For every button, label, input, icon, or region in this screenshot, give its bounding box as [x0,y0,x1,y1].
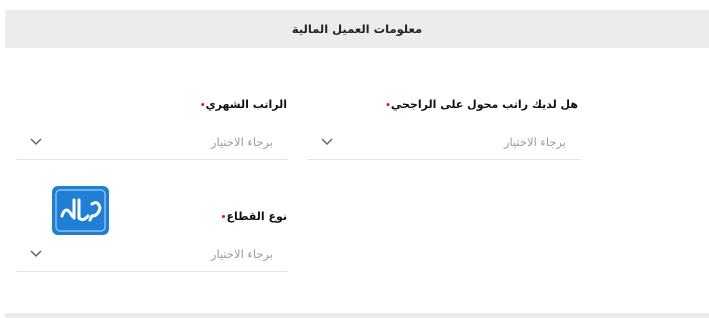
almrj3-logo [52,186,109,235]
section-header: معلومات العميل المالية [5,10,709,48]
chevron-down-icon [25,137,47,146]
select-placeholder: برجاء الاختيار [210,134,273,149]
label-text: هل لديك راتب محول على الراجحي [390,98,578,111]
monthly-salary-select[interactable]: برجاء الاختيار [17,124,287,160]
monthly-salary-label: الراتب الشهري• [196,98,287,111]
salary-transfer-label: هل لديك راتب محول على الراجحي• [381,98,578,111]
salary-transfer-select[interactable]: برجاء الاختيار [308,124,580,160]
chevron-down-icon [316,137,338,146]
sector-type-label: نوع القطاع• [217,210,287,223]
chevron-down-icon [25,249,47,258]
section-title: معلومات العميل المالية [291,22,423,36]
label-text: نوع القطاع [226,210,287,223]
select-placeholder: برجاء الاختيار [210,246,273,261]
sector-type-select[interactable]: برجاء الاختيار [17,236,287,272]
label-text: الراتب الشهري [205,98,287,111]
almrj3-logo-mark [55,189,106,232]
select-placeholder: برجاء الاختيار [503,134,566,149]
next-section-header [5,313,709,318]
